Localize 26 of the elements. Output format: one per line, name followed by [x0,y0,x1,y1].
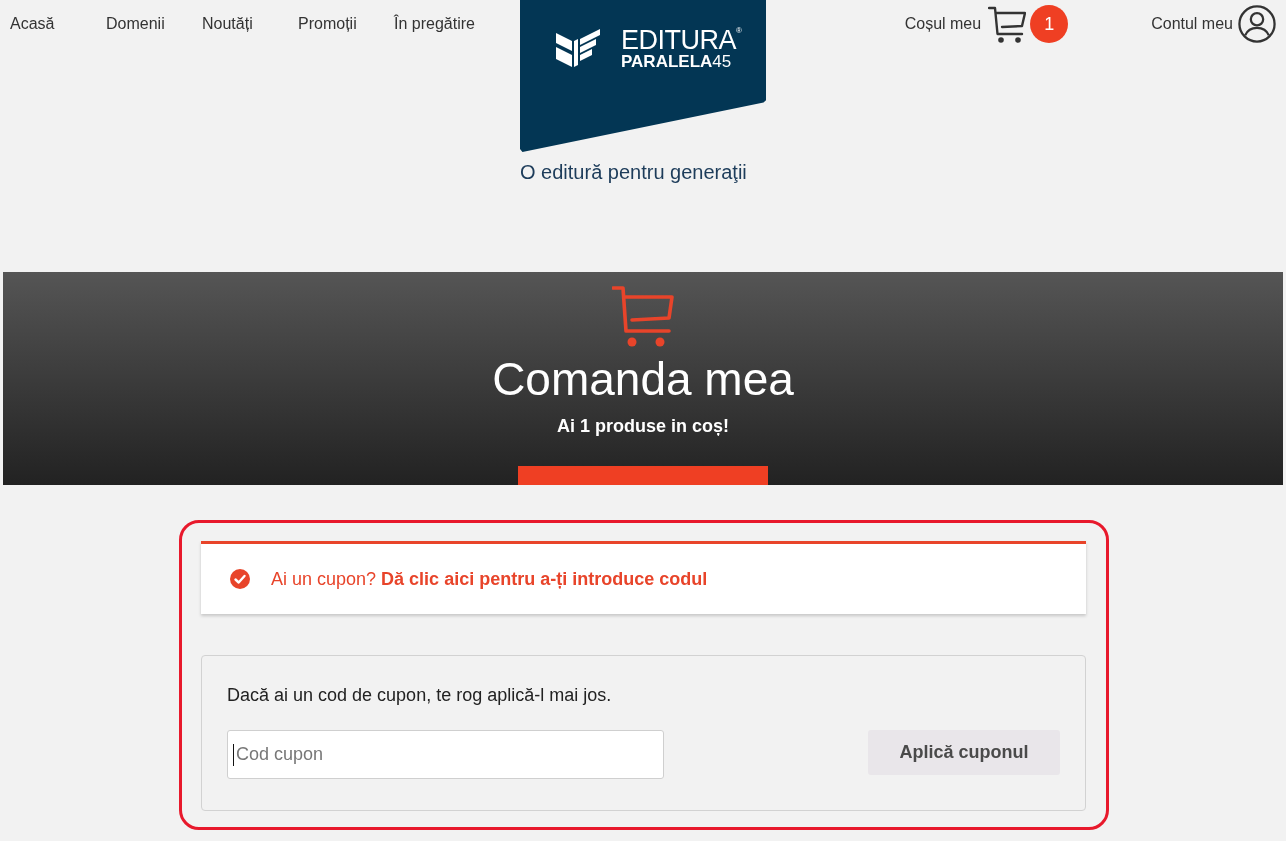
coupon-prompt: Ai un cupon? Dă clic aici pentru a-ți introduce codul [271,568,708,590]
cart-icon[interactable] [988,5,1027,43]
logo-banner[interactable]: EDITURA® PARALELA45 [520,0,766,152]
check-circle-icon [230,569,250,589]
nav-link[interactable]: Domenii [106,15,165,32]
book-logo-icon [556,27,600,69]
nav-link[interactable]: Noutăți [202,15,253,32]
nav-link[interactable]: În pregătire [394,15,475,32]
account-link[interactable]: Contul meu [1151,15,1233,33]
cart-link[interactable]: Coșul meu [904,15,982,33]
cart-count-badge: 1 [1030,5,1069,43]
nav-link[interactable]: Acasă [10,15,55,32]
nav-link[interactable]: Promoții [298,15,357,32]
registered-mark: ® [736,27,742,35]
logo-wordmark: EDITURA [621,27,736,53]
user-icon[interactable] [1238,5,1276,43]
coupon-link[interactable]: Dă clic aici pentru a-ți introduce codul [381,568,708,589]
page-title: Comanda mea [492,352,794,407]
logo-number: 45 [712,53,732,71]
coupon-input[interactable]: Cod cupon [227,730,664,779]
apply-coupon-button[interactable]: Aplică cuponul [868,730,1060,775]
coupon-instruction: Dacă ai un cod de cupon, te rog aplică-l mai jos. [227,684,613,706]
cart-icon [612,285,674,347]
cart-summary: Ai 1 produse in coș! [557,415,729,437]
logo-name: PARALELA [621,53,713,71]
tagline: O editură pentru generaţii [520,160,747,184]
